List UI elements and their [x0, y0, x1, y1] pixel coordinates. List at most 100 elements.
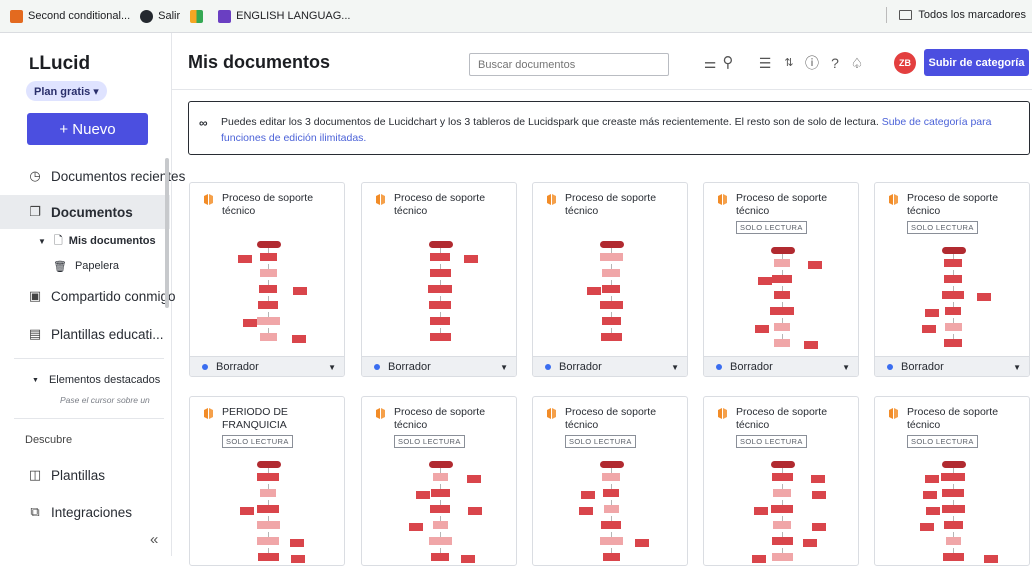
- diagram-step: [430, 489, 450, 497]
- diagram-step: [259, 285, 277, 293]
- diagram-branch: [467, 507, 482, 515]
- featured-toggle[interactable]: ▼ Elementos destacados: [32, 373, 160, 387]
- sort-icon[interactable]: ⇅: [780, 53, 798, 73]
- diagram-step: [430, 317, 450, 325]
- lucidchart-doc-icon: [889, 408, 898, 419]
- lucidchart-doc-icon: [204, 194, 213, 205]
- sidebar-item-shared[interactable]: ▣ Compartido conmigo: [0, 286, 176, 306]
- bell-icon[interactable]: ♤: [848, 53, 866, 73]
- diagram-step: [774, 339, 790, 347]
- document-card[interactable]: Proceso de soporte técnico Borrador ▼: [361, 182, 517, 377]
- document-card[interactable]: Proceso de soporte técnico Borrador ▼: [189, 182, 345, 377]
- lucidchart-doc-icon: [547, 194, 556, 205]
- diagram-branch: [811, 491, 826, 499]
- diagram-branch: [804, 341, 819, 349]
- diagram-step: [772, 275, 792, 283]
- sidebar-item-integrations[interactable]: ⧉ Integraciones: [0, 502, 170, 522]
- diagram-branch: [976, 293, 991, 301]
- diagram-start-shape: [257, 461, 281, 468]
- caret-down-icon[interactable]: ▼: [842, 363, 850, 372]
- diagram-branch: [983, 555, 998, 563]
- sidebar-item-documents[interactable]: ❐ Documentos: [0, 195, 170, 229]
- sidebar-item-my-documents[interactable]: ▼ 🗋 Mis documentos: [38, 234, 156, 248]
- document-card[interactable]: Proceso de soporte técnico SOLO LECTURA Bo…: [874, 182, 1030, 377]
- document-card[interactable]: Proceso de soporte técnico SOLO LECTURA: [703, 396, 859, 566]
- diagram-step: [603, 489, 619, 497]
- read-only-badge: SOLO LECTURA: [222, 435, 293, 448]
- diagram-branch: [292, 287, 307, 295]
- diagram-step: [943, 521, 963, 529]
- caret-down-icon[interactable]: ▼: [500, 363, 508, 372]
- diagram-step: [599, 253, 623, 261]
- diagram-step: [602, 473, 620, 481]
- diagram-step: [256, 521, 280, 529]
- bookmark-second-conditional[interactable]: Second conditional...: [10, 6, 130, 26]
- document-card[interactable]: Proceso de soporte técnico SOLO LECTURA: [874, 396, 1030, 566]
- document-card[interactable]: Proceso de soporte técnico SOLO LECTURA Bo…: [703, 182, 859, 377]
- discover-heading: Descubre: [25, 434, 73, 446]
- document-title: Proceso de soporte técnico: [394, 406, 486, 431]
- search-icon[interactable]: ⚲: [719, 53, 737, 73]
- search-input[interactable]: [469, 53, 669, 76]
- sidebar: LLucid Plan gratis ▾ + Nuevo ◷ Documento…: [0, 33, 185, 556]
- bookmarks-bar: Second conditional... Salir ENGLISH LANG…: [0, 0, 1032, 33]
- sidebar-item-templates[interactable]: ◫ Plantillas: [0, 465, 170, 485]
- diagram-start-shape: [429, 241, 453, 248]
- diagram-step: [773, 489, 791, 497]
- new-button[interactable]: + Nuevo: [27, 113, 148, 145]
- document-status-bar[interactable]: Borrador ▼: [362, 356, 516, 376]
- diagram-step: [944, 259, 962, 267]
- document-card[interactable]: Proceso de soporte técnico SOLO LECTURA: [361, 396, 517, 566]
- sidebar-item-trash[interactable]: 🗑 Papelera: [53, 259, 119, 273]
- caret-down-icon[interactable]: ▼: [671, 363, 679, 372]
- document-card[interactable]: Proceso de soporte técnico SOLO LECTURA: [532, 396, 688, 566]
- diagram-step: [601, 521, 621, 529]
- diagram-branch: [808, 261, 823, 269]
- document-status-bar[interactable]: Borrador ▼: [533, 356, 687, 376]
- diagram-branch: [924, 309, 939, 317]
- sidebar-scrollbar[interactable]: [165, 158, 169, 308]
- lucidchart-doc-icon: [889, 194, 898, 205]
- document-card[interactable]: PERIODO DE FRANQUICIA SOLO LECTURA: [189, 396, 345, 566]
- list-view-icon[interactable]: ☰: [756, 53, 774, 73]
- diagram-branch: [586, 287, 601, 295]
- filter-icon[interactable]: ⚌: [701, 53, 719, 73]
- upgrade-button[interactable]: Subir de categoría: [924, 49, 1029, 76]
- document-title: PERIODO DE FRANQUICIA: [222, 406, 288, 431]
- diagram-step: [259, 333, 277, 341]
- caret-down-icon[interactable]: ▼: [1013, 363, 1021, 372]
- help-icon[interactable]: ?: [826, 53, 844, 73]
- divider: [14, 418, 164, 419]
- github-icon: [140, 9, 154, 23]
- document-status-bar[interactable]: Borrador ▼: [875, 356, 1029, 376]
- diagram-step: [945, 537, 961, 545]
- lucid-logo[interactable]: LLucid: [29, 53, 90, 75]
- diagram-start-shape: [771, 461, 795, 468]
- avatar[interactable]: ZB: [894, 52, 916, 74]
- plan-dropdown[interactable]: Plan gratis ▾: [26, 81, 107, 101]
- document-status-bar[interactable]: Borrador ▼: [704, 356, 858, 376]
- diagram-step: [257, 473, 279, 481]
- diagram-start-shape: [257, 241, 281, 248]
- diagram-branch: [803, 539, 818, 547]
- diagram-step: [430, 505, 450, 513]
- sidebar-item-edu-templates[interactable]: ▤ Plantillas educati...: [0, 324, 170, 344]
- all-bookmarks-folder[interactable]: Todos los marcadores: [886, 7, 1026, 23]
- info-icon[interactable]: ⓘ: [803, 53, 821, 73]
- document-card[interactable]: Proceso de soporte técnico Borrador ▼: [532, 182, 688, 377]
- diagram-step: [258, 301, 278, 309]
- bookmark-salir[interactable]: Salir: [140, 6, 180, 26]
- diagram-start-shape: [600, 461, 624, 468]
- lucidchart-doc-icon: [376, 408, 385, 419]
- bookmark-english[interactable]: ENGLISH LANGUAG...: [218, 6, 350, 26]
- collapse-sidebar-button[interactable]: «: [150, 531, 158, 548]
- diagram-branch: [754, 325, 769, 333]
- diagram-step: [942, 553, 964, 561]
- document-status-bar[interactable]: Borrador ▼: [190, 356, 344, 376]
- caret-down-icon[interactable]: ▼: [328, 363, 336, 372]
- diagram-branch: [926, 507, 941, 515]
- diagram-step: [602, 285, 620, 293]
- sidebar-item-recent[interactable]: ◷ Documentos recientes: [0, 166, 185, 186]
- diagram-step: [431, 553, 449, 561]
- bookmark-pinwheel[interactable]: [190, 6, 208, 26]
